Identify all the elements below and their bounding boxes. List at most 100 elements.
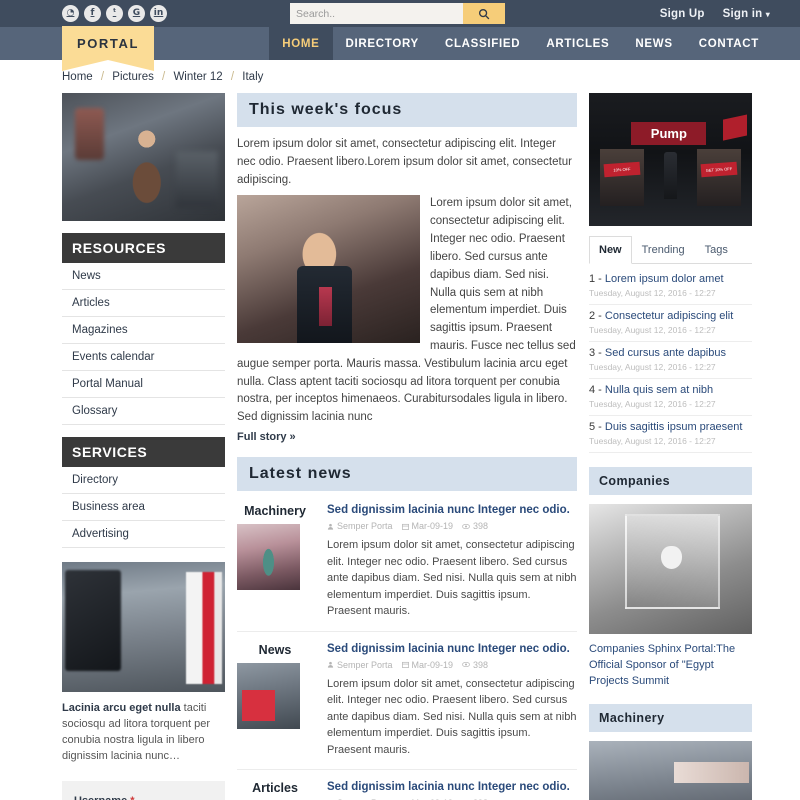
news-title-link[interactable]: Sed dignissim lacinia nunc Integer nec o… [327, 781, 577, 793]
companies-caption-link[interactable]: Companies Sphinx Portal:The Official Spo… [589, 634, 752, 690]
sign-in-dropdown[interactable]: Sign in ▾ [723, 8, 770, 20]
news-views: 398 [462, 660, 488, 670]
auth-links: Sign Up Sign in ▾ [660, 0, 770, 27]
content-columns: RESOURCES News Articles Magazines Events… [0, 93, 800, 800]
trending-item-link[interactable]: 5 - Duis sagittis ipsum praesent [589, 421, 752, 433]
news-category: Articles [252, 781, 298, 795]
tab-tags[interactable]: Tags [695, 236, 738, 264]
tab-new[interactable]: New [589, 236, 632, 264]
facebook-icon[interactable]: f [84, 5, 101, 22]
trending-item-date: Tuesday, August 12, 2016 - 12:27 [589, 399, 716, 409]
nav-item-classified[interactable]: CLASSIFIED [432, 27, 533, 60]
resources-list: News Articles Magazines Events calendar … [62, 263, 225, 425]
sidebar-top-image [62, 93, 225, 221]
sidebar-item-magazines[interactable]: Magazines [62, 317, 225, 343]
focus-body: Lorem ipsum dolor sit amet, consectetur … [237, 195, 577, 427]
trending-item-title: Consectetur adipiscing elit [604, 310, 734, 322]
sidebar-item-events-calendar[interactable]: Events calendar [62, 344, 225, 370]
news-author: Semper Porta [327, 521, 393, 531]
news-author: Semper Porta [327, 660, 393, 670]
featured-image: Pump 10% OFF GET 10% OFF [589, 93, 752, 226]
breadcrumb-item-1[interactable]: Home [62, 71, 93, 83]
sidebar-item-news[interactable]: News [62, 263, 225, 289]
news-date: Mar-09-19 [401, 521, 453, 531]
trending-item-date: Tuesday, August 12, 2016 - 12:27 [589, 436, 716, 446]
list-item: 4 - Nulla quis sem at nibh Tuesday, Augu… [589, 379, 752, 416]
news-title-link[interactable]: Sed dignissim lacinia nunc Integer nec o… [327, 504, 577, 516]
sidebar-item-articles[interactable]: Articles [62, 290, 225, 316]
news-category: Machinery [244, 504, 306, 518]
main-nav-bar: PORTAL HOME DIRECTORY CLASSIFIED ARTICLE… [0, 26, 800, 71]
nav-item-news[interactable]: NEWS [622, 27, 685, 60]
tab-panel-new: 1 - Lorem ipsum dolor amet Tuesday, Augu… [589, 264, 752, 453]
right-sidebar: Pump 10% OFF GET 10% OFF New Trending Ta… [589, 93, 752, 800]
list-item: Business area [62, 494, 225, 521]
linkedin-icon[interactable]: in [150, 5, 167, 22]
focus-image [237, 195, 420, 344]
search-input[interactable] [290, 3, 463, 24]
tab-trending[interactable]: Trending [632, 236, 695, 264]
news-category: News [258, 642, 292, 657]
nav-item-contact[interactable]: CONTACT [686, 27, 772, 60]
login-form: Username * Password * [62, 780, 225, 800]
sidebar-item-advertising[interactable]: Advertising [62, 521, 225, 547]
trending-item-link[interactable]: 4 - Nulla quis sem at nibh [589, 384, 752, 396]
news-item-body: Sed dignissim lacinia nunc Integer nec o… [327, 643, 577, 759]
news-date-text: Mar-09-19 [411, 659, 454, 670]
news-author-text: Semper Porta [337, 521, 393, 531]
username-label-text: Username [74, 795, 127, 800]
twitter-icon[interactable]: ᵗ [106, 5, 123, 22]
focus-lede: Lorem ipsum dolor sit amet, consectetur … [237, 138, 572, 186]
list-item: 1 - Lorem ipsum dolor amet Tuesday, Augu… [589, 268, 752, 305]
news-date: Mar-09-19 [401, 659, 454, 670]
rss-icon[interactable]: ◔ [62, 5, 79, 22]
calendar-icon [401, 523, 409, 530]
services-heading: SERVICES [62, 437, 225, 467]
user-icon [327, 523, 334, 530]
sidebar-item-portal-manual[interactable]: Portal Manual [62, 371, 225, 397]
user-icon [327, 661, 334, 668]
trending-item-link[interactable]: 3 - Sed cursus ante dapibus [589, 347, 752, 359]
main-content: This week's focus Lorem ipsum dolor sit … [237, 93, 577, 800]
sign-up-link[interactable]: Sign Up [660, 8, 705, 20]
required-mark: * [130, 795, 134, 800]
trending-item-title: Sed cursus ante dapibus [604, 347, 726, 359]
breadcrumb-item-4[interactable]: Italy [242, 71, 263, 83]
news-title-link[interactable]: Sed dignissim lacinia nunc Integer nec o… [327, 643, 577, 655]
trending-item-number: 1 - [589, 273, 605, 285]
news-views: 398 [462, 521, 488, 531]
news-views-text: 398 [473, 521, 489, 531]
trending-item-title: Nulla quis sem at nibh [604, 384, 714, 396]
list-item: 2 - Consectetur adipiscing elit Tuesday,… [589, 305, 752, 342]
nav-item-articles[interactable]: ARTICLES [533, 27, 622, 60]
search-button[interactable] [463, 3, 505, 24]
machinery-heading: Machinery [589, 703, 752, 732]
list-item: Magazines [62, 317, 225, 344]
sidebar-item-business-area[interactable]: Business area [62, 494, 225, 520]
news-item-left: News [237, 643, 313, 759]
sidebar-item-glossary[interactable]: Glossary [62, 398, 225, 424]
list-item: Articles [62, 290, 225, 317]
news-meta: Semper Porta Mar-09-19 398 [327, 660, 577, 670]
sidebar-teaser-link[interactable]: Lacinia arcu eget nulla [62, 702, 181, 714]
nav-item-directory[interactable]: DIRECTORY [333, 27, 432, 60]
resources-heading: RESOURCES [62, 233, 225, 263]
list-item: Advertising [62, 521, 225, 548]
pump-flag [722, 114, 748, 141]
trending-item-link[interactable]: 2 - Consectetur adipiscing elit [589, 310, 752, 322]
sidebar-item-directory[interactable]: Directory [62, 467, 225, 493]
site-logo[interactable]: PORTAL [62, 26, 154, 71]
main-nav: HOME DIRECTORY CLASSIFIED ARTICLES NEWS … [269, 27, 772, 60]
breadcrumb-separator: / [100, 71, 105, 83]
pump-window-right [696, 148, 741, 207]
trending-item-link[interactable]: 1 - Lorem ipsum dolor amet [589, 273, 752, 285]
breadcrumb-item-3[interactable]: Winter 12 [173, 71, 222, 83]
full-story-link[interactable]: Full story » [237, 431, 296, 443]
latest-news-heading: Latest news [237, 457, 577, 491]
breadcrumb-item-2[interactable]: Pictures [112, 71, 154, 83]
list-item: Portal Manual [62, 371, 225, 398]
googleplus-icon[interactable]: G [128, 5, 145, 22]
focus-heading: This week's focus [237, 93, 577, 127]
news-item-body: Sed dignissim lacinia nunc Integer nec o… [327, 504, 577, 620]
nav-item-home[interactable]: HOME [269, 27, 333, 60]
